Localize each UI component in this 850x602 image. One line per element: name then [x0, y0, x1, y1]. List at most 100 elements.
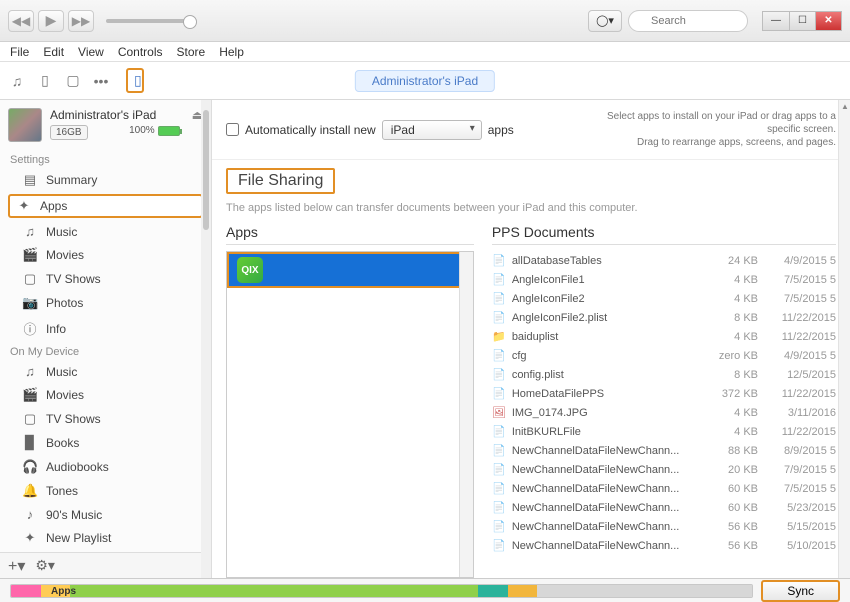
sidebar: Administrator's iPad 16GB 100% ⏏ Setting… [0, 100, 212, 578]
music-tab-icon[interactable]: ♫ [8, 73, 26, 89]
settings-gear-icon[interactable]: ⚙▾ [35, 557, 55, 574]
file-size: 60 KB [706, 483, 758, 495]
file-name: cfg [512, 350, 700, 362]
sidebar-item-summary[interactable]: ▤Summary [0, 168, 211, 192]
app-row-selected[interactable]: QIX [227, 252, 473, 288]
doc-row[interactable]: 📄InitBKURLFile4 KB11/22/2015 [492, 422, 836, 441]
storage-label: Apps [51, 585, 76, 598]
sidebar-item-info[interactable]: ⓘInfo [0, 315, 211, 342]
doc-row[interactable]: 📄AngleIconFile2.plist8 KB11/22/2015 [492, 308, 836, 327]
file-icon: 📄 [492, 425, 506, 438]
doc-row[interactable]: 📄allDatabaseTables24 KB4/9/2015 5 [492, 251, 836, 270]
top-toolbar: ◀◀ ▶ ▶▶ ◯▾ — ☐ ✕ [0, 0, 850, 42]
sidebar-item-tv-shows[interactable]: ▢TV Shows [0, 267, 211, 291]
doc-row[interactable]: 📄AngleIconFile14 KB7/5/2015 5 [492, 270, 836, 289]
doc-row[interactable]: 📄NewChannelDataFileNewChann...56 KB5/10/… [492, 536, 836, 555]
file-date: 4/9/2015 5 [764, 350, 836, 362]
doc-row[interactable]: 📁baiduplist4 KB11/22/2015 [492, 327, 836, 346]
sidebar-item-label: TV Shows [46, 412, 101, 426]
play-button[interactable]: ▶ [38, 10, 64, 32]
add-button[interactable]: +▾ [8, 556, 25, 576]
sidebar-item-label: Tones [46, 484, 78, 498]
auto-install-label-pre: Automatically install new [245, 123, 376, 137]
volume-slider[interactable] [106, 19, 191, 23]
sidebar-item-music[interactable]: ♫Music [0, 220, 211, 243]
doc-row[interactable]: 📄cfgzero KB4/9/2015 5 [492, 346, 836, 365]
file-date: 7/5/2015 5 [764, 274, 836, 286]
menu-controls[interactable]: Controls [118, 45, 163, 59]
minimize-button[interactable]: — [763, 12, 789, 30]
account-button[interactable]: ◯▾ [588, 10, 622, 32]
sidebar-item-books[interactable]: ▉Books [0, 431, 211, 455]
sidebar-item-icon: ▢ [22, 271, 38, 287]
sidebar-item-apps[interactable]: ✦Apps [8, 194, 203, 218]
menu-help[interactable]: Help [219, 45, 244, 59]
documents-list[interactable]: 📄allDatabaseTables24 KB4/9/2015 5📄AngleI… [492, 251, 836, 578]
menu-view[interactable]: View [78, 45, 104, 59]
device-pill[interactable]: Administrator's iPad [355, 70, 495, 92]
apps-scrollbar[interactable] [459, 252, 473, 577]
sidebar-item-label: Movies [46, 388, 84, 402]
sidebar-item-icon: ⓘ [22, 319, 38, 338]
menu-edit[interactable]: Edit [43, 45, 64, 59]
doc-row[interactable]: 🖼IMG_0174.JPG4 KB3/11/2016 [492, 403, 836, 422]
doc-row[interactable]: 📄NewChannelDataFileNewChann...20 KB7/9/2… [492, 460, 836, 479]
file-size: 4 KB [706, 331, 758, 343]
sidebar-item-tv-shows[interactable]: ▢TV Shows [0, 407, 211, 431]
auto-install-checkbox[interactable] [226, 123, 239, 136]
file-size: 372 KB [706, 388, 758, 400]
sidebar-item-audiobooks[interactable]: 🎧Audiobooks [0, 455, 211, 479]
device-capacity: 16GB [50, 125, 88, 140]
file-size: 4 KB [706, 293, 758, 305]
sidebar-item-tones[interactable]: 🔔Tones [0, 479, 211, 503]
more-tab-icon[interactable]: ••• [92, 73, 110, 89]
menu-store[interactable]: Store [177, 45, 206, 59]
sidebar-item-music[interactable]: ♫Music [0, 360, 211, 383]
doc-row[interactable]: 📄config.plist8 KB12/5/2015 [492, 365, 836, 384]
sidebar-section-ondevice: On My Device [0, 342, 211, 360]
sidebar-item-label: 90's Music [46, 508, 102, 522]
sidebar-item-label: Summary [46, 173, 97, 187]
doc-row[interactable]: 📄AngleIconFile24 KB7/5/2015 5 [492, 289, 836, 308]
file-date: 5/10/2015 [764, 540, 836, 552]
sidebar-item-label: Music [46, 365, 77, 379]
sidebar-item-movies[interactable]: 🎬Movies [0, 383, 211, 407]
apps-list[interactable]: QIX [226, 251, 474, 578]
sidebar-scrollbar[interactable] [201, 100, 211, 578]
content-scrollbar[interactable] [838, 100, 850, 578]
doc-row[interactable]: 📄NewChannelDataFileNewChann...60 KB5/23/… [492, 498, 836, 517]
sync-button[interactable]: Sync [761, 580, 840, 602]
file-size: 24 KB [706, 255, 758, 267]
file-name: NewChannelDataFileNewChann... [512, 502, 700, 514]
doc-row[interactable]: 📄NewChannelDataFileNewChann...56 KB5/15/… [492, 517, 836, 536]
file-size: 20 KB [706, 464, 758, 476]
doc-row[interactable]: 📄NewChannelDataFileNewChann...88 KB8/9/2… [492, 441, 836, 460]
file-date: 11/22/2015 [764, 388, 836, 400]
file-date: 7/5/2015 5 [764, 483, 836, 495]
doc-row[interactable]: 📄NewChannelDataFileNewChann...60 KB7/5/2… [492, 479, 836, 498]
sidebar-item-label: Music [46, 225, 77, 239]
file-date: 5/15/2015 [764, 521, 836, 533]
file-name: NewChannelDataFileNewChann... [512, 540, 700, 552]
movies-tab-icon[interactable]: ▯ [36, 72, 54, 89]
next-button[interactable]: ▶▶ [68, 10, 94, 32]
sidebar-item-movies[interactable]: 🎬Movies [0, 243, 211, 267]
close-button[interactable]: ✕ [815, 12, 841, 30]
search-input[interactable] [628, 10, 748, 32]
doc-row[interactable]: 📄HomeDataFilePPS372 KB11/22/2015 [492, 384, 836, 403]
file-size: 56 KB [706, 540, 758, 552]
sidebar-item-photos[interactable]: 📷Photos [0, 291, 211, 315]
sidebar-item-new-playlist[interactable]: ✦New Playlist [0, 526, 211, 550]
device-tab-icon[interactable]: ▯ [126, 68, 144, 93]
sidebar-item-90-s-music[interactable]: ♪90's Music [0, 503, 211, 526]
file-icon: 📄 [492, 482, 506, 495]
bottom-bar: Apps Sync [0, 578, 850, 602]
auto-install-combo[interactable]: iPad [382, 120, 482, 140]
prev-button[interactable]: ◀◀ [8, 10, 34, 32]
menu-file[interactable]: File [10, 45, 29, 59]
battery-icon [158, 126, 180, 136]
sidebar-item-label: Movies [46, 248, 84, 262]
maximize-button[interactable]: ☐ [789, 12, 815, 30]
file-date: 8/9/2015 5 [764, 445, 836, 457]
tv-tab-icon[interactable]: ▢ [64, 72, 82, 89]
